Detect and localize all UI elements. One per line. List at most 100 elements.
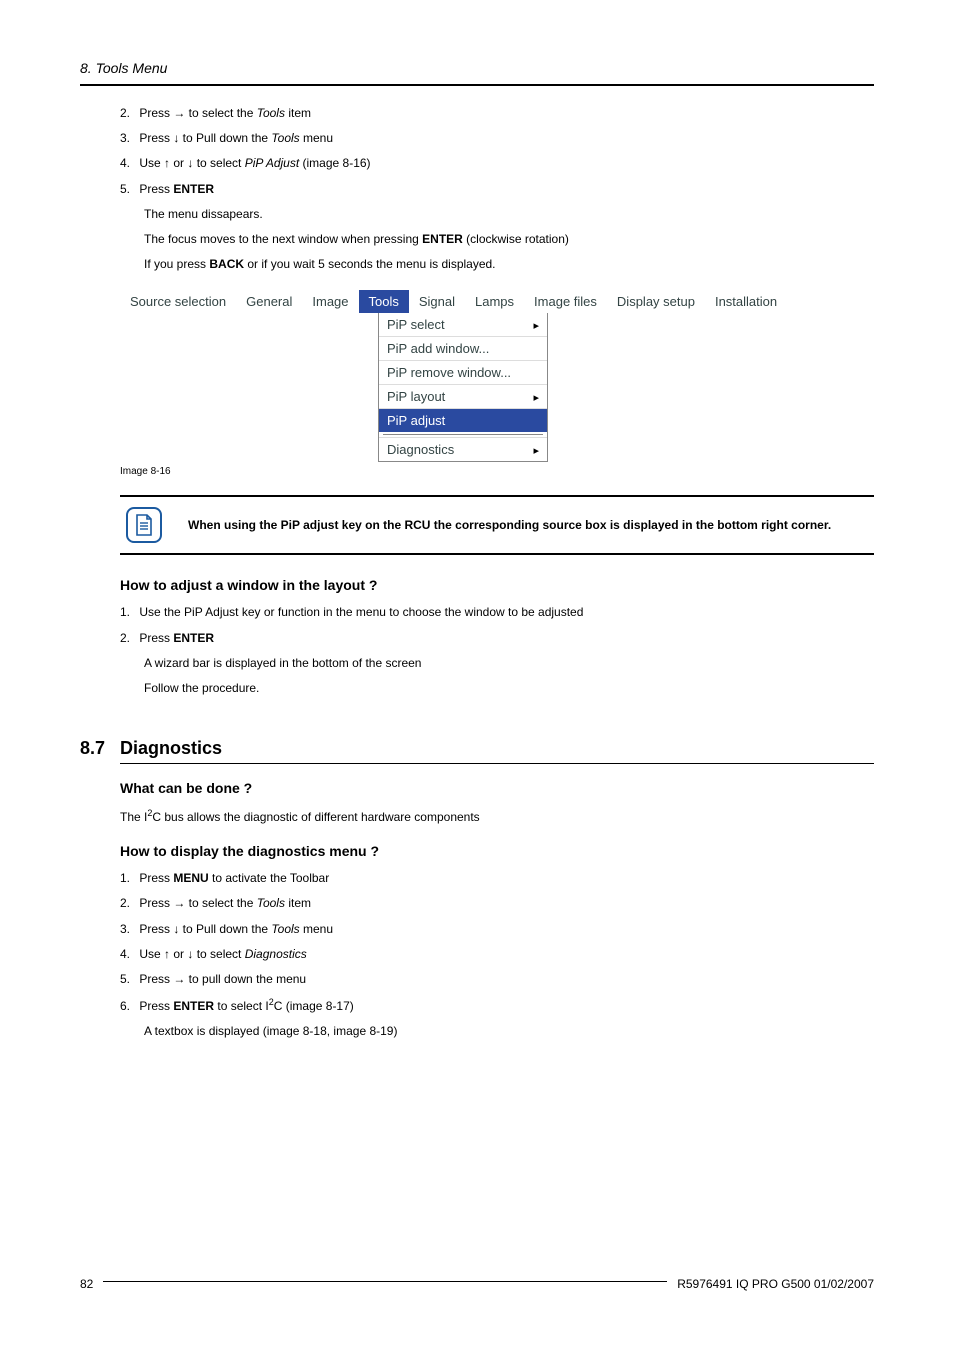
footer-rule	[103, 1281, 667, 1282]
step-bold: ENTER	[173, 182, 214, 196]
step-num: 5.	[120, 970, 136, 989]
dropdown-item-pip-remove-window[interactable]: PiP remove window...	[379, 360, 547, 384]
dropdown-item-pip-add-window[interactable]: PiP add window...	[379, 336, 547, 360]
section-number: 8.7	[80, 738, 120, 759]
step-num: 1.	[120, 603, 136, 622]
step-num: 5.	[120, 180, 136, 199]
step-num: 6.	[120, 997, 136, 1016]
text: The focus moves to the next window when …	[144, 232, 422, 246]
text: C bus allows the diagnostic of different…	[152, 810, 479, 824]
dropdown-item-pip-select[interactable]: PiP select	[379, 313, 547, 336]
submenu-arrow-icon	[533, 442, 539, 457]
diag-step-3: 3. Press ↓ to Pull down the Tools menu	[120, 920, 874, 939]
menubar-item-tools[interactable]: Tools	[359, 290, 409, 313]
subheading-what-can-be-done: What can be done ?	[120, 780, 874, 796]
step-5-sub3: If you press BACK or if you wait 5 secon…	[144, 255, 874, 274]
subheading-adjust-window: How to adjust a window in the layout ?	[120, 577, 874, 593]
step-text: Press ↓ to Pull down the	[139, 922, 271, 936]
step-text: menu	[300, 922, 333, 936]
step-text: Press	[139, 999, 173, 1013]
step-num: 3.	[120, 920, 136, 939]
step-em: Tools	[257, 106, 285, 120]
step-5-sub2: The focus moves to the next window when …	[144, 230, 874, 249]
menubar-item-display-setup[interactable]: Display setup	[607, 290, 705, 313]
page-header-title: 8. Tools Menu	[80, 60, 874, 76]
step-em: Diagnostics	[245, 947, 307, 961]
step-text: Use ↑ or ↓ to select	[139, 947, 244, 961]
step-text: item	[285, 106, 311, 120]
adjust-step-1: 1. Use the PiP Adjust key or function in…	[120, 603, 874, 622]
adjust-step-2: 2. Press ENTER	[120, 629, 874, 648]
step-text: Use the PiP Adjust key or function in th…	[139, 605, 583, 619]
step-num: 3.	[120, 129, 136, 148]
step-5-sub1: The menu dissapears.	[144, 205, 874, 224]
note-icon	[126, 507, 162, 543]
text: If you press	[144, 257, 209, 271]
menubar-item-lamps[interactable]: Lamps	[465, 290, 524, 313]
label: PiP adjust	[387, 413, 445, 428]
label: PiP add window...	[387, 341, 489, 356]
main-content: 2. Press → to select the Tools item 3. P…	[120, 104, 874, 1042]
text: (clockwise rotation)	[463, 232, 569, 246]
label: PiP remove window...	[387, 365, 511, 380]
menubar-item-installation[interactable]: Installation	[705, 290, 787, 313]
section-rule	[120, 763, 874, 764]
note-text: When using the PiP adjust key on the RCU…	[188, 517, 874, 534]
tools-dropdown: PiP select PiP add window... PiP remove …	[378, 313, 548, 462]
diag-step-4: 4. Use ↑ or ↓ to select Diagnostics	[120, 945, 874, 964]
dropdown-divider	[383, 434, 543, 435]
step-text: Press	[139, 871, 173, 885]
bold: BACK	[209, 257, 244, 271]
step-num: 4.	[120, 945, 136, 964]
note-rule-bottom	[120, 553, 874, 555]
step-em: Tools	[271, 922, 299, 936]
step-num: 2.	[120, 894, 136, 913]
step-num: 1.	[120, 869, 136, 888]
text: or if you wait 5 seconds the menu is dis…	[244, 257, 495, 271]
step-bold: MENU	[173, 871, 208, 885]
menubar-item-image-files[interactable]: Image files	[524, 290, 607, 313]
label: PiP layout	[387, 389, 445, 404]
menubar-item-source-selection[interactable]: Source selection	[120, 290, 236, 313]
menu-figure: Source selection General Image Tools Sig…	[120, 288, 874, 462]
section-heading: 8.7 Diagnostics	[120, 738, 874, 759]
dropdown-item-pip-layout[interactable]: PiP layout	[379, 384, 547, 408]
menubar-item-general[interactable]: General	[236, 290, 302, 313]
step-text: Use ↑ or ↓ to select	[139, 156, 244, 170]
step-em: Tools	[257, 896, 285, 910]
step-text: Press	[139, 182, 173, 196]
step-text: to activate the Toolbar	[209, 871, 330, 885]
step-em: Tools	[271, 131, 299, 145]
step-num: 4.	[120, 154, 136, 173]
text: The I	[120, 810, 147, 824]
step-text: Press → to select the	[139, 896, 256, 910]
step-text: item	[285, 896, 311, 910]
step-num: 2.	[120, 104, 136, 123]
diag-step-2: 2. Press → to select the Tools item	[120, 894, 874, 913]
step-text: to select I	[214, 999, 269, 1013]
step-text: (image 8-16)	[299, 156, 370, 170]
submenu-arrow-icon	[533, 317, 539, 332]
menubar-item-signal[interactable]: Signal	[409, 290, 465, 313]
step-text: menu	[300, 131, 333, 145]
step-text: C (image 8-17)	[274, 999, 354, 1013]
bold: ENTER	[422, 232, 463, 246]
step-text: Press → to pull down the menu	[139, 972, 306, 986]
doc-id: R5976491 IQ PRO G500 01/02/2007	[677, 1277, 874, 1291]
menubar-item-image[interactable]: Image	[302, 290, 358, 313]
label: Diagnostics	[387, 442, 454, 457]
step-em: PiP Adjust	[245, 156, 299, 170]
step-4: 4. Use ↑ or ↓ to select PiP Adjust (imag…	[120, 154, 874, 173]
step-num: 2.	[120, 629, 136, 648]
step-text: Press → to select the	[139, 106, 256, 120]
page-footer: 82 R5976491 IQ PRO G500 01/02/2007	[80, 1277, 874, 1291]
diag-paragraph: The I2C bus allows the diagnostic of dif…	[120, 806, 874, 827]
page-number: 82	[80, 1277, 93, 1291]
diag-step-1: 1. Press MENU to activate the Toolbar	[120, 869, 874, 888]
label: PiP select	[387, 317, 445, 332]
step-bold: ENTER	[173, 631, 214, 645]
dropdown-item-diagnostics[interactable]: Diagnostics	[379, 437, 547, 461]
dropdown-item-pip-adjust[interactable]: PiP adjust	[379, 408, 547, 432]
note-box: When using the PiP adjust key on the RCU…	[120, 495, 874, 555]
section-title: Diagnostics	[120, 738, 222, 759]
